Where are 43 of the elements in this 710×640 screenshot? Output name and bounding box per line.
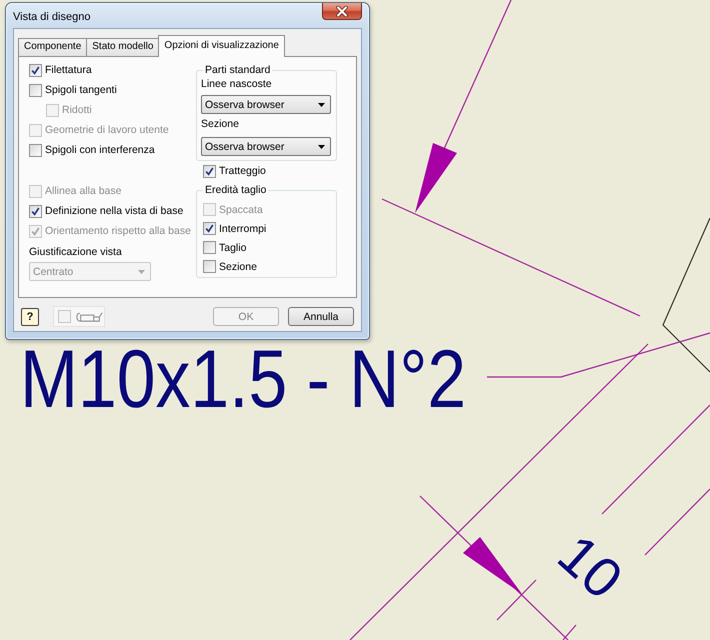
cancel-button[interactable]: Annulla — [288, 307, 354, 326]
field-label: Giustificazione vista — [29, 245, 122, 260]
checkbox[interactable] — [203, 164, 216, 178]
group-title: Eredità taglio — [204, 183, 268, 197]
checkbox-label[interactable]: Filettatura — [45, 64, 92, 76]
dropdown[interactable]: Osserva browser — [201, 95, 331, 114]
checkbox[interactable] — [203, 222, 216, 235]
group-title: Parti standard — [204, 63, 272, 77]
checkbox-label[interactable]: Definizione nella vista di base — [45, 205, 184, 217]
dimension-line — [562, 624, 576, 640]
caret-icon — [318, 144, 325, 148]
checkmark-icon — [205, 224, 214, 233]
checkbox[interactable] — [29, 84, 42, 96]
checkbox-label[interactable]: Spigoli tangenti — [45, 84, 117, 96]
close-icon — [336, 6, 348, 16]
tab[interactable]: Stato modello — [86, 38, 160, 56]
dropdown[interactable]: Osserva browser — [201, 137, 331, 156]
checkmark-icon — [31, 66, 40, 74]
checkbox-label[interactable]: Sezione — [219, 260, 257, 272]
checkbox[interactable] — [29, 204, 42, 218]
checkbox[interactable] — [29, 64, 42, 76]
tab[interactable]: Opzioni di visualizzazione — [158, 35, 285, 57]
thread-callout-text: M10x1.5 - N°2 — [20, 334, 466, 426]
shape-outline-icon — [76, 310, 104, 322]
help-button[interactable]: ? — [21, 308, 39, 326]
window-title: Vista di disegno — [13, 10, 90, 24]
checkbox-label[interactable]: Spigoli con interferenza — [45, 144, 155, 156]
field-label: Sezione — [201, 117, 239, 131]
checkbox-label[interactable]: Interrompi — [219, 222, 266, 234]
checkmark-icon — [31, 206, 40, 216]
caret-icon — [318, 102, 325, 106]
close-button[interactable] — [322, 3, 362, 20]
checkbox[interactable] — [29, 144, 42, 156]
tab[interactable]: Componente — [18, 38, 88, 56]
checkbox[interactable] — [203, 260, 216, 273]
checkbox[interactable] — [203, 241, 216, 254]
caret-icon — [138, 270, 145, 274]
checkmark-icon — [31, 226, 40, 236]
field-label: Linee nascoste — [201, 77, 272, 91]
checkmark-icon — [205, 166, 214, 176]
dimension-text: 10 — [546, 522, 635, 611]
checkbox-label[interactable]: Tratteggio — [219, 165, 266, 177]
checkbox-label[interactable]: Taglio — [219, 242, 246, 254]
